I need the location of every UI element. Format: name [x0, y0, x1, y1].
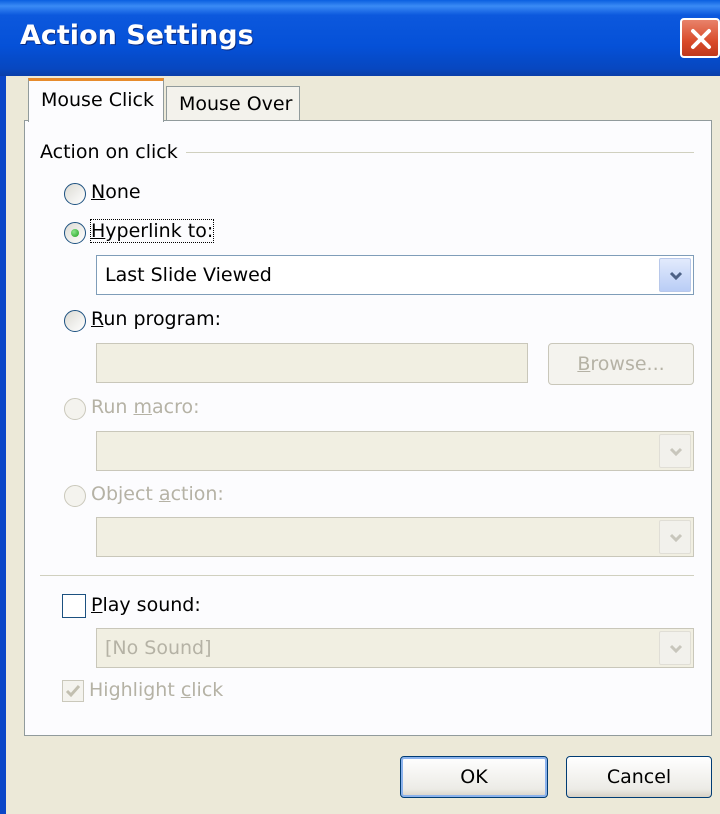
run-program-label[interactable]: Run program: — [91, 308, 221, 330]
section-divider — [40, 575, 694, 576]
sound-dropdown-value: [No Sound] — [105, 637, 212, 659]
radio-selected-dot — [71, 229, 79, 237]
tab-mouse-over[interactable]: Mouse Over — [166, 86, 300, 122]
tab-mouse-click-label: Mouse Click — [41, 89, 154, 111]
object-action-radio[interactable] — [64, 485, 86, 507]
run-macro-dropdown[interactable] — [96, 431, 694, 471]
group-divider — [186, 152, 694, 153]
play-sound-label[interactable]: Play sound: — [91, 594, 201, 616]
chevron-down-icon — [669, 533, 683, 543]
play-sound-checkbox[interactable] — [62, 594, 86, 618]
object-action-dropdown-arrow[interactable] — [659, 520, 691, 554]
action-group-label: Action on click — [40, 141, 178, 163]
checkmark-icon — [65, 685, 81, 698]
cancel-button[interactable]: Cancel — [566, 756, 712, 798]
run-program-input[interactable] — [96, 343, 528, 383]
hyperlink-dropdown-arrow[interactable] — [659, 258, 691, 292]
close-button[interactable] — [680, 18, 720, 58]
run-program-radio[interactable] — [64, 310, 86, 332]
close-icon — [691, 29, 711, 49]
chevron-down-icon — [669, 644, 683, 654]
action-settings-dialog: Action Settings Mouse Click Mouse Over A… — [0, 0, 720, 814]
hyperlink-dropdown[interactable]: Last Slide Viewed — [96, 255, 694, 295]
chevron-down-icon — [669, 271, 683, 281]
hyperlink-label[interactable]: Hyperlink to: — [89, 219, 215, 243]
tab-mouse-click[interactable]: Mouse Click — [28, 78, 164, 122]
hyperlink-dropdown-value: Last Slide Viewed — [105, 264, 272, 286]
run-macro-label: Run macro: — [91, 396, 200, 418]
run-macro-dropdown-arrow[interactable] — [659, 434, 691, 468]
title-bar[interactable]: Action Settings — [0, 0, 720, 76]
run-macro-radio[interactable] — [64, 398, 86, 420]
object-action-label: Object action: — [91, 483, 224, 505]
hyperlink-radio[interactable] — [64, 222, 86, 244]
none-label[interactable]: None — [91, 181, 141, 203]
sound-dropdown-arrow[interactable] — [659, 631, 691, 665]
window-frame — [0, 76, 6, 814]
browse-button[interactable]: Browse... — [548, 343, 694, 385]
highlight-click-label: Highlight click — [89, 679, 224, 701]
none-radio[interactable] — [64, 183, 86, 205]
tab-mouse-over-label: Mouse Over — [179, 93, 293, 115]
object-action-dropdown[interactable] — [96, 517, 694, 557]
highlight-click-checkbox[interactable] — [62, 680, 84, 702]
ok-button[interactable]: OK — [400, 756, 548, 798]
chevron-down-icon — [669, 447, 683, 457]
window-title: Action Settings — [20, 20, 254, 51]
sound-dropdown[interactable]: [No Sound] — [96, 628, 694, 668]
